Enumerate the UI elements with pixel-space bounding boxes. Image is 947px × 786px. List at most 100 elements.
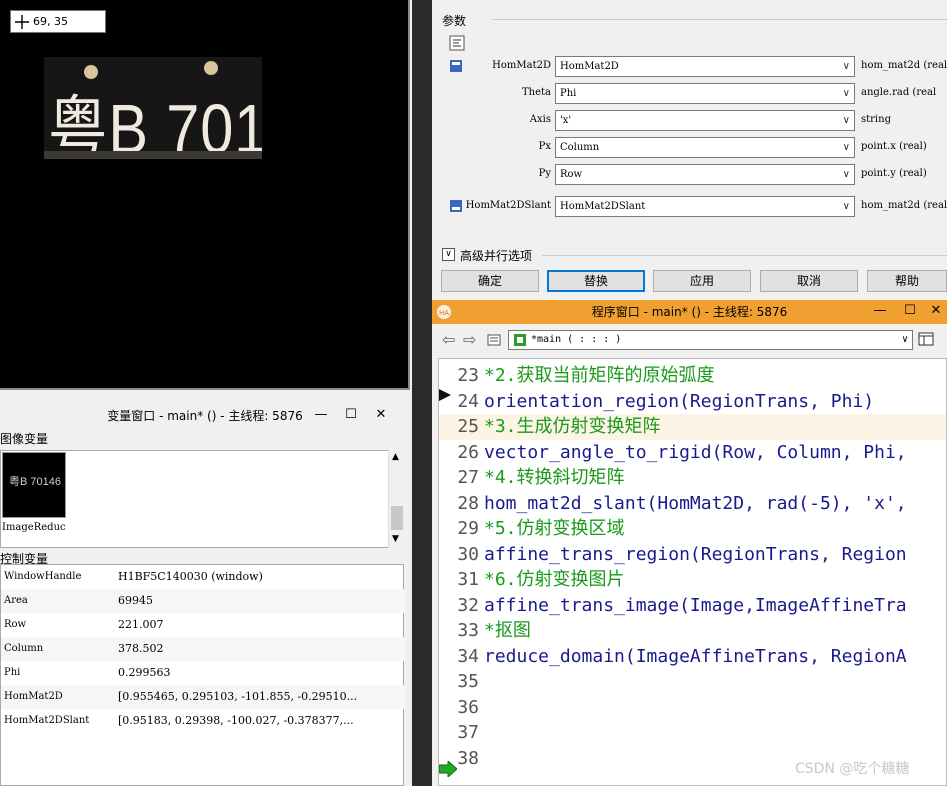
chevron-down-icon[interactable]: ∨	[843, 111, 850, 130]
line-number: 31	[457, 569, 479, 590]
code-line[interactable]: 32 affine_trans_image(Image,ImageAffineTr…	[439, 593, 946, 619]
image-vars-scrollbar[interactable]: ▲ ▼	[388, 450, 404, 548]
code-line[interactable]: 24 orientation_region(RegionTrans, Phi)	[439, 389, 946, 415]
maximize-icon[interactable]: ☐	[895, 302, 925, 320]
advanced-expand-icon[interactable]: ∨	[442, 248, 455, 261]
apply-button[interactable]: 应用	[653, 270, 751, 292]
line-number: 26	[457, 441, 479, 463]
param-combo[interactable]: Row ∨	[555, 164, 855, 185]
code-line[interactable]: 33 *抠图	[439, 618, 946, 644]
code-line[interactable]: 34 reduce_domain(ImageAffineTrans, Region…	[439, 644, 946, 670]
minimize-icon[interactable]: —	[306, 406, 336, 424]
chevron-down-icon[interactable]: ∨	[902, 331, 908, 349]
table-row[interactable]: WindowHandle H1BF5C140030 (window)	[1, 565, 405, 589]
code-line[interactable]: 27 *4.转换斜切矩阵	[439, 465, 946, 491]
var-value: 69945	[118, 594, 153, 607]
back-arrow-icon[interactable]: ⇦	[442, 330, 455, 349]
program-window-titlebar[interactable]: HA 程序窗口 - main* () - 主线程: 5876 — ☐ ✕	[432, 300, 947, 324]
var-name: Row	[4, 619, 27, 630]
code-toggle-icon[interactable]	[449, 35, 465, 51]
table-row[interactable]: Phi 0.299563	[1, 661, 405, 685]
procedure-list-icon[interactable]	[486, 331, 502, 347]
table-row[interactable]: Area 69945	[1, 589, 405, 613]
param-combo[interactable]: HomMat2DSlant ∨	[555, 196, 855, 217]
code-line[interactable]: 26 vector_angle_to_rigid(Row, Column, Phi…	[439, 440, 946, 466]
chevron-down-icon[interactable]: ∨	[843, 57, 850, 76]
maximize-icon[interactable]: ☐	[336, 406, 366, 424]
input-matrix-icon	[450, 60, 462, 72]
param-type: angle.rad (real	[861, 87, 937, 98]
param-type: point.y (real)	[861, 168, 927, 179]
var-name: HomMat2DSlant	[4, 715, 90, 726]
image-var-name: ImageReduc	[2, 522, 66, 533]
close-icon[interactable]: ✕	[366, 406, 396, 424]
var-name: Area	[4, 595, 28, 606]
param-value: 'x'	[560, 115, 572, 126]
param-value: Row	[560, 169, 583, 180]
var-value: [0.955465, 0.295103, -101.855, -0.29510.…	[118, 690, 358, 703]
param-value: Phi	[560, 88, 577, 99]
chevron-down-icon[interactable]: ∨	[843, 84, 850, 103]
graphics-window[interactable]: 69, 35 粤B 70146	[0, 0, 410, 390]
code-comment: *抠图	[484, 620, 531, 641]
code-line[interactable]: 28 hom_mat2d_slant(HomMat2D, rad(-5), 'x'…	[439, 491, 946, 517]
var-value: 221.007	[118, 618, 164, 631]
advanced-options-label[interactable]: 高级并行选项	[460, 247, 532, 264]
code-statement: reduce_domain(ImageAffineTrans, RegionA	[484, 645, 907, 667]
param-label: Axis	[529, 114, 551, 125]
ok-button[interactable]: 确定	[441, 270, 539, 292]
replace-button[interactable]: 替换	[547, 270, 645, 292]
cancel-button[interactable]: 取消	[760, 270, 858, 292]
line-number: 37	[457, 722, 479, 743]
scroll-up-icon[interactable]: ▲	[392, 452, 399, 462]
procedure-combo[interactable]: *main ( : : : ) ∨	[508, 330, 913, 350]
chevron-down-icon[interactable]: ∨	[843, 197, 850, 216]
param-combo[interactable]: Phi ∨	[555, 83, 855, 104]
var-value: 0.299563	[118, 666, 171, 679]
table-row[interactable]: HomMat2D [0.955465, 0.295103, -101.855, …	[1, 685, 405, 709]
code-line[interactable]: 30 affine_trans_region(RegionTrans, Regio…	[439, 542, 946, 568]
chevron-down-icon[interactable]: ∨	[843, 138, 850, 157]
code-comment: *3.生成仿射变换矩阵	[484, 416, 661, 437]
code-line[interactable]: 23 *2.获取当前矩阵的原始弧度	[439, 363, 946, 389]
param-type: hom_mat2d (real	[861, 200, 947, 211]
param-combo[interactable]: 'x' ∨	[555, 110, 855, 131]
table-row[interactable]: Column 378.502	[1, 637, 405, 661]
thumbnail-text: 粤B 70146	[9, 476, 61, 488]
operator-dialog: 参数 HomMat2D HomMat2D ∨ hom_mat2d (real Th…	[432, 0, 947, 296]
output-matrix-icon	[450, 200, 462, 212]
line-number: 30	[457, 543, 479, 565]
table-row[interactable]: HomMat2DSlant [0.95183, 0.29398, -100.02…	[1, 709, 405, 733]
help-button[interactable]: 帮助	[867, 270, 947, 292]
scroll-down-icon[interactable]: ▼	[392, 534, 399, 544]
code-line[interactable]: 36	[439, 695, 946, 721]
param-type: string	[861, 114, 891, 125]
code-line[interactable]: 25 *3.生成仿射变换矩阵	[439, 414, 946, 440]
var-name: HomMat2D	[4, 691, 63, 702]
variable-window-titlebar[interactable]: 变量窗口 - main* () - 主线程: 5876 — ☐ ✕	[0, 404, 410, 428]
code-line[interactable]: 31 *6.仿射变换图片	[439, 567, 946, 593]
code-line[interactable]: 37	[439, 720, 946, 746]
param-label: HomMat2DSlant	[465, 200, 551, 211]
minimize-icon[interactable]: —	[865, 302, 895, 320]
program-toolbar: ⇦ ⇨ *main ( : : : ) ∨	[432, 326, 947, 354]
param-value: HomMat2D	[560, 61, 619, 72]
param-combo[interactable]: HomMat2D ∨	[555, 56, 855, 77]
image-var-thumbnail[interactable]: 粤B 70146	[2, 452, 66, 518]
crosshair-icon	[15, 15, 29, 29]
forward-arrow-icon[interactable]: ⇨	[463, 330, 476, 349]
var-name: Column	[4, 643, 44, 654]
chevron-down-icon[interactable]: ∨	[843, 165, 850, 184]
code-line[interactable]: 29 *5.仿射变换区域	[439, 516, 946, 542]
pc-indicator-icon	[439, 389, 453, 401]
code-editor[interactable]: 23 *2.获取当前矩阵的原始弧度 24 orientation_region(Reg…	[438, 358, 947, 786]
window-layout-icon[interactable]	[918, 331, 934, 347]
close-icon[interactable]: ✕	[925, 302, 947, 320]
param-combo[interactable]: Column ∨	[555, 137, 855, 158]
code-line[interactable]: 35	[439, 669, 946, 695]
scrollbar-thumb[interactable]	[391, 506, 403, 530]
program-window: HA 程序窗口 - main* () - 主线程: 5876 — ☐ ✕ ⇦ ⇨…	[432, 300, 947, 786]
table-row[interactable]: Row 221.007	[1, 613, 405, 637]
pane-divider[interactable]	[412, 0, 432, 786]
watermark: CSDN @吃个糖糖	[795, 761, 910, 777]
